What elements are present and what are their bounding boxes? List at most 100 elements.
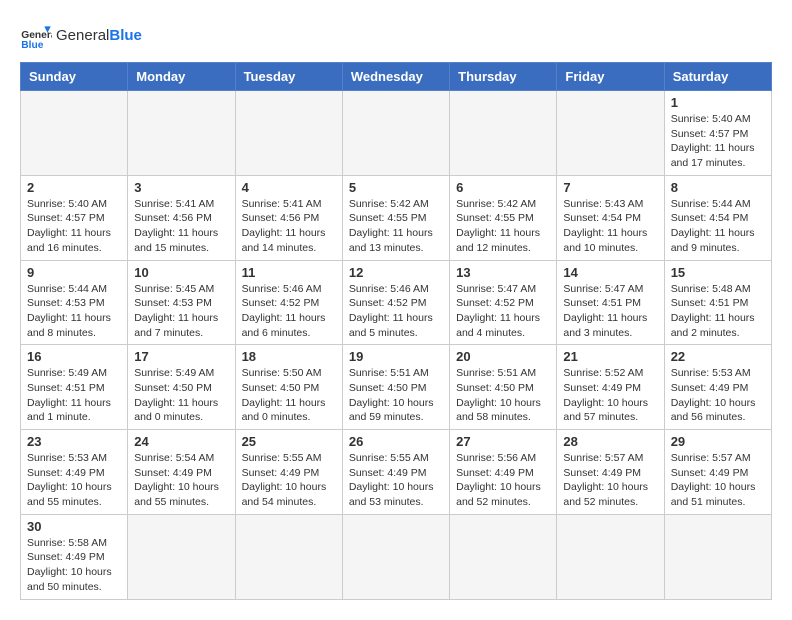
calendar-cell: 23 Sunrise: 5:53 AM Sunset: 4:49 PM Dayli… (21, 430, 128, 515)
day-number: 7 (563, 180, 657, 195)
calendar-cell: 9 Sunrise: 5:44 AM Sunset: 4:53 PM Daylig… (21, 260, 128, 345)
calendar-cell (342, 514, 449, 599)
calendar-row-2: 9 Sunrise: 5:44 AM Sunset: 4:53 PM Daylig… (21, 260, 772, 345)
calendar-cell: 16 Sunrise: 5:49 AM Sunset: 4:51 PM Dayli… (21, 345, 128, 430)
day-number: 11 (242, 265, 336, 280)
day-number: 1 (671, 95, 765, 110)
calendar-cell (450, 91, 557, 176)
day-number: 8 (671, 180, 765, 195)
day-info: Sunrise: 5:43 AM Sunset: 4:54 PM Dayligh… (563, 197, 657, 256)
day-info: Sunrise: 5:52 AM Sunset: 4:49 PM Dayligh… (563, 366, 657, 425)
calendar-cell: 11 Sunrise: 5:46 AM Sunset: 4:52 PM Dayli… (235, 260, 342, 345)
logo-blue: Blue (109, 27, 142, 44)
day-info: Sunrise: 5:46 AM Sunset: 4:52 PM Dayligh… (349, 282, 443, 341)
day-info: Sunrise: 5:57 AM Sunset: 4:49 PM Dayligh… (563, 451, 657, 510)
calendar-cell (342, 91, 449, 176)
calendar-cell: 30 Sunrise: 5:58 AM Sunset: 4:49 PM Dayli… (21, 514, 128, 599)
day-number: 27 (456, 434, 550, 449)
calendar-cell (235, 91, 342, 176)
calendar: SundayMondayTuesdayWednesdayThursdayFrid… (20, 62, 772, 600)
weekday-header-row: SundayMondayTuesdayWednesdayThursdayFrid… (21, 63, 772, 91)
day-info: Sunrise: 5:40 AM Sunset: 4:57 PM Dayligh… (671, 112, 765, 171)
calendar-row-1: 2Sunrise: 5:40 AM Sunset: 4:57 PM Daylig… (21, 175, 772, 260)
calendar-cell: 7 Sunrise: 5:43 AM Sunset: 4:54 PM Daylig… (557, 175, 664, 260)
day-number: 10 (134, 265, 228, 280)
calendar-cell: 3Sunrise: 5:41 AM Sunset: 4:56 PM Daylig… (128, 175, 235, 260)
calendar-row-5: 30 Sunrise: 5:58 AM Sunset: 4:49 PM Dayli… (21, 514, 772, 599)
day-number: 3 (134, 180, 228, 195)
calendar-cell: 6 Sunrise: 5:42 AM Sunset: 4:55 PM Daylig… (450, 175, 557, 260)
day-number: 4 (242, 180, 336, 195)
day-number: 9 (27, 265, 121, 280)
day-info: Sunrise: 5:54 AM Sunset: 4:49 PM Dayligh… (134, 451, 228, 510)
day-number: 5 (349, 180, 443, 195)
day-info: Sunrise: 5:42 AM Sunset: 4:55 PM Dayligh… (349, 197, 443, 256)
calendar-row-0: 1 Sunrise: 5:40 AM Sunset: 4:57 PM Daylig… (21, 91, 772, 176)
calendar-row-4: 23 Sunrise: 5:53 AM Sunset: 4:49 PM Dayli… (21, 430, 772, 515)
calendar-cell: 28 Sunrise: 5:57 AM Sunset: 4:49 PM Dayli… (557, 430, 664, 515)
calendar-cell (21, 91, 128, 176)
calendar-cell (450, 514, 557, 599)
calendar-cell: 21 Sunrise: 5:52 AM Sunset: 4:49 PM Dayli… (557, 345, 664, 430)
day-number: 14 (563, 265, 657, 280)
calendar-cell: 15 Sunrise: 5:48 AM Sunset: 4:51 PM Dayli… (664, 260, 771, 345)
calendar-cell: 18 Sunrise: 5:50 AM Sunset: 4:50 PM Dayli… (235, 345, 342, 430)
day-number: 13 (456, 265, 550, 280)
day-number: 28 (563, 434, 657, 449)
day-number: 17 (134, 349, 228, 364)
day-info: Sunrise: 5:48 AM Sunset: 4:51 PM Dayligh… (671, 282, 765, 341)
calendar-cell: 1 Sunrise: 5:40 AM Sunset: 4:57 PM Daylig… (664, 91, 771, 176)
calendar-cell: 26Sunrise: 5:55 AM Sunset: 4:49 PM Dayli… (342, 430, 449, 515)
calendar-cell: 5 Sunrise: 5:42 AM Sunset: 4:55 PM Daylig… (342, 175, 449, 260)
day-info: Sunrise: 5:42 AM Sunset: 4:55 PM Dayligh… (456, 197, 550, 256)
day-info: Sunrise: 5:47 AM Sunset: 4:51 PM Dayligh… (563, 282, 657, 341)
weekday-header-friday: Friday (557, 63, 664, 91)
calendar-cell: 27 Sunrise: 5:56 AM Sunset: 4:49 PM Dayli… (450, 430, 557, 515)
day-info: Sunrise: 5:41 AM Sunset: 4:56 PM Dayligh… (242, 197, 336, 256)
calendar-cell: 20Sunrise: 5:51 AM Sunset: 4:50 PM Dayli… (450, 345, 557, 430)
day-number: 19 (349, 349, 443, 364)
day-info: Sunrise: 5:53 AM Sunset: 4:49 PM Dayligh… (671, 366, 765, 425)
header: General Blue GeneralBlue (20, 20, 772, 52)
day-number: 29 (671, 434, 765, 449)
day-info: Sunrise: 5:53 AM Sunset: 4:49 PM Dayligh… (27, 451, 121, 510)
calendar-cell: 13Sunrise: 5:47 AM Sunset: 4:52 PM Dayli… (450, 260, 557, 345)
day-number: 2 (27, 180, 121, 195)
day-info: Sunrise: 5:56 AM Sunset: 4:49 PM Dayligh… (456, 451, 550, 510)
day-number: 23 (27, 434, 121, 449)
day-info: Sunrise: 5:49 AM Sunset: 4:51 PM Dayligh… (27, 366, 121, 425)
day-number: 30 (27, 519, 121, 534)
calendar-cell: 24 Sunrise: 5:54 AM Sunset: 4:49 PM Dayli… (128, 430, 235, 515)
calendar-row-3: 16 Sunrise: 5:49 AM Sunset: 4:51 PM Dayli… (21, 345, 772, 430)
day-number: 21 (563, 349, 657, 364)
weekday-header-tuesday: Tuesday (235, 63, 342, 91)
calendar-cell: 19Sunrise: 5:51 AM Sunset: 4:50 PM Dayli… (342, 345, 449, 430)
calendar-cell (128, 91, 235, 176)
calendar-cell: 4 Sunrise: 5:41 AM Sunset: 4:56 PM Daylig… (235, 175, 342, 260)
logo: General Blue GeneralBlue (20, 20, 142, 52)
weekday-header-monday: Monday (128, 63, 235, 91)
day-number: 6 (456, 180, 550, 195)
calendar-cell: 8Sunrise: 5:44 AM Sunset: 4:54 PM Daylig… (664, 175, 771, 260)
day-number: 24 (134, 434, 228, 449)
weekday-header-thursday: Thursday (450, 63, 557, 91)
day-number: 25 (242, 434, 336, 449)
day-number: 18 (242, 349, 336, 364)
day-info: Sunrise: 5:46 AM Sunset: 4:52 PM Dayligh… (242, 282, 336, 341)
calendar-cell: 17 Sunrise: 5:49 AM Sunset: 4:50 PM Dayli… (128, 345, 235, 430)
calendar-cell: 10 Sunrise: 5:45 AM Sunset: 4:53 PM Dayli… (128, 260, 235, 345)
day-info: Sunrise: 5:51 AM Sunset: 4:50 PM Dayligh… (456, 366, 550, 425)
calendar-cell: 22 Sunrise: 5:53 AM Sunset: 4:49 PM Dayli… (664, 345, 771, 430)
day-info: Sunrise: 5:44 AM Sunset: 4:53 PM Dayligh… (27, 282, 121, 341)
day-info: Sunrise: 5:50 AM Sunset: 4:50 PM Dayligh… (242, 366, 336, 425)
day-info: Sunrise: 5:58 AM Sunset: 4:49 PM Dayligh… (27, 536, 121, 595)
day-number: 16 (27, 349, 121, 364)
calendar-cell: 29Sunrise: 5:57 AM Sunset: 4:49 PM Dayli… (664, 430, 771, 515)
day-number: 26 (349, 434, 443, 449)
logo-icon: General Blue (20, 20, 52, 52)
day-info: Sunrise: 5:49 AM Sunset: 4:50 PM Dayligh… (134, 366, 228, 425)
day-info: Sunrise: 5:45 AM Sunset: 4:53 PM Dayligh… (134, 282, 228, 341)
weekday-header-wednesday: Wednesday (342, 63, 449, 91)
day-number: 22 (671, 349, 765, 364)
day-number: 15 (671, 265, 765, 280)
